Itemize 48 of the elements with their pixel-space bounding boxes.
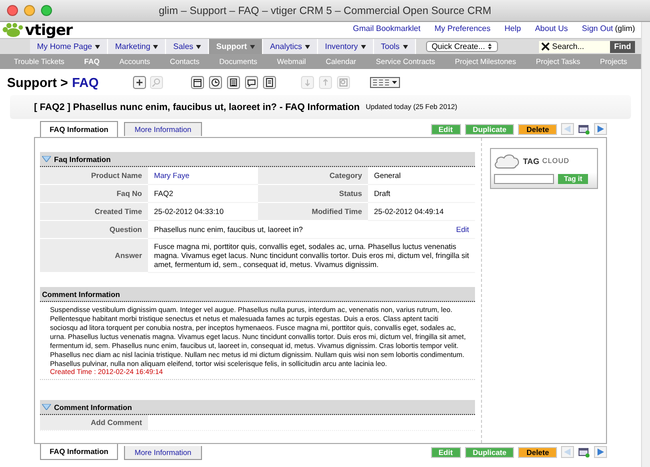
caret-icon xyxy=(196,44,202,48)
close-icon[interactable] xyxy=(7,5,18,16)
expand-arrow-icon[interactable] xyxy=(42,404,51,410)
paw-logo-icon xyxy=(2,23,24,37)
header-link[interactable]: Gmail Bookmarklet xyxy=(352,24,420,33)
quick-create-select[interactable]: Quick Create... xyxy=(426,41,498,52)
tag-cloud-title: TAG xyxy=(523,156,540,166)
layout-menu-icon[interactable] xyxy=(370,76,400,88)
cloud-icon xyxy=(494,153,520,169)
header-link[interactable]: My Preferences xyxy=(434,24,490,33)
notes-icon[interactable] xyxy=(262,76,276,88)
clock-icon[interactable] xyxy=(208,76,222,88)
header-link[interactable]: Help xyxy=(504,24,521,33)
expand-arrow-icon[interactable] xyxy=(42,156,51,162)
add-icon[interactable] xyxy=(132,76,146,88)
logo-text: vtiger xyxy=(25,22,72,38)
zoom-icon[interactable] xyxy=(41,5,52,16)
nav-tab[interactable]: Analytics xyxy=(262,39,318,54)
caret-icon xyxy=(402,44,408,48)
import-icon[interactable] xyxy=(300,76,314,88)
caret-icon xyxy=(304,44,310,48)
nav-tab[interactable]: Tools xyxy=(374,39,416,54)
tag-input[interactable] xyxy=(494,174,554,184)
username: (glim) xyxy=(615,24,635,33)
caret-icon xyxy=(250,44,255,48)
export-icon[interactable] xyxy=(318,76,332,88)
caret-icon xyxy=(153,44,158,48)
breadcrumb-link[interactable]: FAQ xyxy=(72,74,99,90)
minimize-icon[interactable] xyxy=(24,5,35,16)
nav-tab[interactable]: Inventory xyxy=(318,39,374,54)
header-link[interactable]: About Us xyxy=(534,24,568,33)
header-link[interactable]: Sign Out xyxy=(582,24,613,33)
nav-tab[interactable]: Sales xyxy=(166,39,210,54)
caret-icon xyxy=(360,44,366,48)
caret-icon xyxy=(95,44,100,48)
nav-tab[interactable]: Marketing xyxy=(108,39,166,54)
calendar-icon[interactable] xyxy=(190,76,204,88)
record-title: [ FAQ2 ] Phasellus nunc enim, faucibus ut, laoreet in? - FAQ Information xyxy=(34,102,360,112)
breadcrumb-module: Support > xyxy=(7,74,68,90)
window-title: glim – Support – FAQ – vtiger CRM 5 – Commercial Open Source CRM xyxy=(158,4,492,16)
chat-icon[interactable] xyxy=(244,76,258,88)
select-arrows-icon xyxy=(488,43,492,50)
search-box[interactable]: Search... xyxy=(539,40,610,52)
window-icon[interactable] xyxy=(578,446,590,458)
find-button[interactable]: Find xyxy=(610,40,635,52)
nav-tab[interactable]: My Home Page xyxy=(30,39,108,54)
window-icon[interactable] xyxy=(578,124,590,134)
scrollbar[interactable] xyxy=(641,22,650,467)
